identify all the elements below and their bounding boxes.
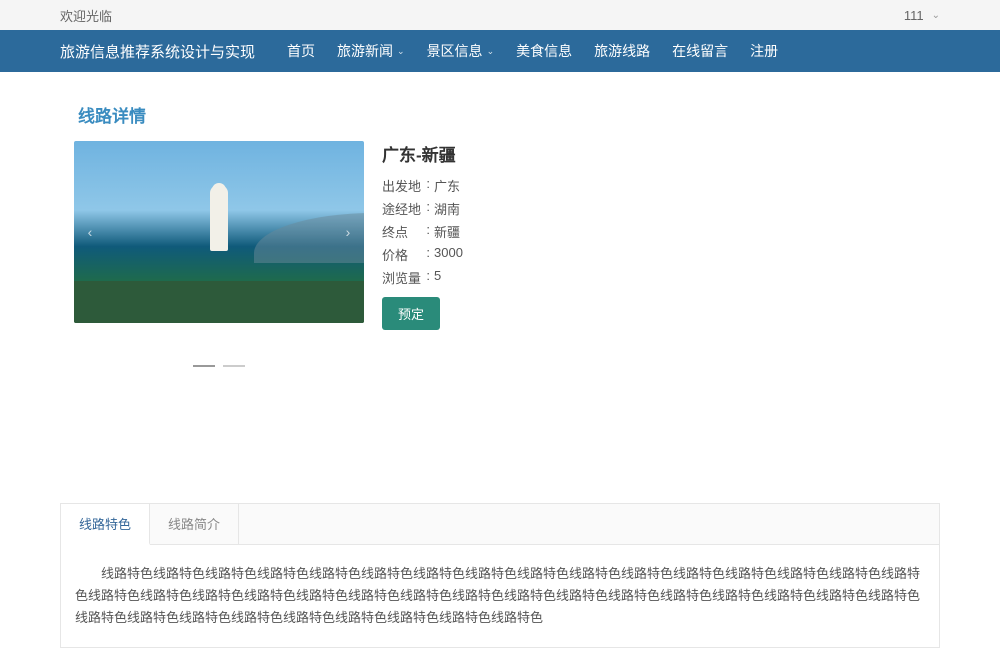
tab-content: 线路特色线路特色线路特色线路特色线路特色线路特色线路特色线路特色线路特色线路特色…	[61, 545, 939, 647]
page-title: 线路详情	[70, 86, 930, 141]
nav-bar: 旅游信息推荐系统设计与实现 首页 旅游新闻⌄ 景区信息⌄ 美食信息 旅游线路 在…	[0, 30, 1000, 72]
carousel-prev-icon[interactable]: ‹	[80, 220, 100, 244]
chevron-down-icon: ⌄	[487, 46, 495, 57]
route-name: 广东-新疆	[382, 141, 926, 166]
indicator[interactable]	[223, 365, 245, 367]
info-dest: 终点新疆	[382, 222, 926, 241]
nav-home[interactable]: 首页	[287, 41, 315, 61]
nav-news[interactable]: 旅游新闻⌄	[337, 41, 405, 61]
nav-register[interactable]: 注册	[750, 41, 778, 61]
nav-route[interactable]: 旅游线路	[594, 41, 650, 61]
info-via: 途经地湖南	[382, 199, 926, 218]
chevron-down-icon: ⌄	[397, 46, 405, 57]
nav-brand[interactable]: 旅游信息推荐系统设计与实现	[60, 41, 255, 62]
features-text: 线路特色线路特色线路特色线路特色线路特色线路特色线路特色线路特色线路特色线路特色…	[75, 563, 925, 629]
tab-features[interactable]: 线路特色	[61, 504, 150, 545]
carousel-indicators	[74, 365, 364, 367]
route-info: 广东-新疆 出发地广东 途经地湖南 终点新疆 价格3000 浏览量5 预定	[382, 141, 926, 367]
carousel-next-icon[interactable]: ›	[338, 220, 358, 244]
nav-scenic[interactable]: 景区信息⌄	[427, 41, 495, 61]
nav-message[interactable]: 在线留言	[672, 41, 728, 61]
user-name: 111	[904, 8, 924, 23]
welcome-text: 欢迎光临	[60, 6, 112, 25]
user-menu[interactable]: 111 ⌄	[904, 8, 940, 23]
route-detail: ‹ › 广东-新疆 出发地广东 途经地湖南 终点新疆 价格3000 浏览量5 预…	[70, 141, 930, 367]
tab-intro[interactable]: 线路简介	[150, 504, 239, 544]
indicator[interactable]	[193, 365, 215, 367]
info-depart: 出发地广东	[382, 176, 926, 195]
info-price: 价格3000	[382, 245, 926, 264]
top-bar: 欢迎光临 111 ⌄	[0, 0, 1000, 30]
route-image-carousel: ‹ ›	[74, 141, 364, 323]
chevron-down-icon: ⌄	[932, 10, 940, 21]
tabs-header: 线路特色 线路简介	[61, 504, 939, 545]
tabs-card: 线路特色 线路简介 线路特色线路特色线路特色线路特色线路特色线路特色线路特色线路…	[60, 503, 940, 648]
info-views: 浏览量5	[382, 268, 926, 287]
nav-food[interactable]: 美食信息	[516, 41, 572, 61]
book-button[interactable]: 预定	[382, 297, 440, 330]
